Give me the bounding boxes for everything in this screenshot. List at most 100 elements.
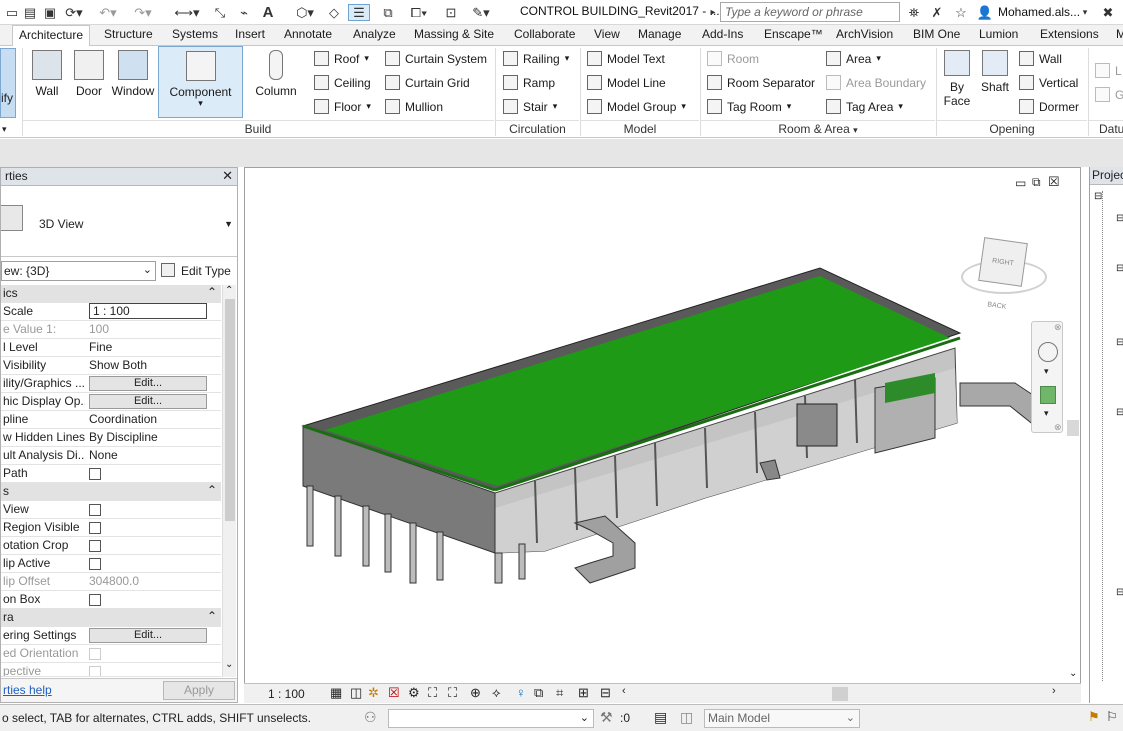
detail-level-value[interactable]: Fine <box>89 340 207 354</box>
measure-icon[interactable]: ⟷▾ <box>172 4 202 21</box>
roof-button[interactable]: Roof ▾ <box>314 51 369 66</box>
model-text-button[interactable]: Model Text <box>587 51 665 66</box>
default-3d-icon[interactable]: ⬡▾ <box>290 4 320 21</box>
exchange-apps-icon[interactable]: ✖ <box>1098 4 1118 21</box>
parts-visibility-value[interactable]: Show Both <box>89 358 207 372</box>
rendering-icon[interactable]: ⚙ <box>408 685 420 701</box>
tree-expand-icon[interactable]: ⊟ <box>1116 263 1123 274</box>
user-name[interactable]: Mohamed.als... <box>998 5 1080 19</box>
edit-type-button[interactable]: Edit Type <box>161 261 237 281</box>
wall-button[interactable]: Wall <box>28 50 66 98</box>
chevron-right-icon[interactable]: ▸ <box>708 4 718 21</box>
tab-collaborate[interactable]: Collaborate <box>514 27 575 41</box>
section-box-checkbox[interactable] <box>89 594 101 606</box>
open-icon[interactable]: ▤ <box>22 4 38 21</box>
select-underlay-icon[interactable]: ⚐ <box>1106 709 1118 725</box>
properties-help-link[interactable]: rties help <box>3 683 52 697</box>
apply-button[interactable]: Apply <box>163 681 235 700</box>
hidden-lines-value[interactable]: By Discipline <box>89 430 207 444</box>
view-cube[interactable]: RIGHT BACK <box>955 237 1051 311</box>
tab-enscape[interactable]: Enscape™ <box>764 27 823 41</box>
modify-button[interactable]: ify <box>0 48 16 118</box>
curtain-system-button[interactable]: Curtain System <box>385 51 487 66</box>
search-input[interactable]: Type a keyword or phrase <box>720 2 900 22</box>
select-dropdown-icon[interactable]: ▾ <box>2 124 7 135</box>
user-chevron-down-icon[interactable]: ▾ <box>1080 4 1090 21</box>
tab-view[interactable]: View <box>594 27 620 41</box>
extents-section-header[interactable]: s ⌃ <box>1 483 221 501</box>
shadows-icon[interactable]: ☒ <box>388 685 400 701</box>
tab-manage[interactable]: Manage <box>638 27 681 41</box>
3d-view-canvas[interactable]: ▭ ⧉ ☒ RIGHT BACK ⊗ ▾ ▾ ⊗ ⌄ <box>244 167 1081 703</box>
graphics-section-header[interactable]: ics ⌃ <box>1 285 221 303</box>
room-button[interactable]: Room <box>707 51 759 66</box>
window-button[interactable]: Window <box>110 50 156 98</box>
tag-icon[interactable]: ⌁ <box>236 4 252 21</box>
crop-region-visible-checkbox[interactable] <box>89 522 101 534</box>
tree-expand-icon[interactable]: ⊟ <box>1116 407 1123 418</box>
tree-expand-icon[interactable]: ⊟ <box>1116 213 1123 224</box>
app-menu-icon[interactable]: ▭ <box>4 4 20 21</box>
text-icon[interactable]: A <box>260 4 276 21</box>
area-boundary-button[interactable]: Area Boundary <box>826 75 926 90</box>
analysis-display-value[interactable]: None <box>89 448 207 462</box>
area-button[interactable]: Area ▾ <box>826 51 881 66</box>
ceiling-button[interactable]: Ceiling <box>314 75 371 90</box>
zoom-region-icon[interactable] <box>1040 386 1056 404</box>
wall-opening-button[interactable]: Wall <box>1019 51 1062 66</box>
tag-room-button[interactable]: Tag Room ▾ <box>707 99 791 114</box>
lock-view-icon[interactable]: ⊕ <box>470 685 481 701</box>
visibility-icon[interactable]: ⊡ <box>440 4 462 21</box>
model-line-button[interactable]: Model Line <box>587 75 666 90</box>
scroll-down-icon[interactable]: ⌄ <box>1069 668 1077 679</box>
instance-selector[interactable]: ew: {3D} ⌄ <box>1 261 156 281</box>
view-cube-box[interactable]: RIGHT BACK <box>978 237 1028 311</box>
scroll-down-icon[interactable]: ⌄ <box>225 659 233 670</box>
close-hidden-icon[interactable]: ⧉ <box>380 4 396 21</box>
tab-lumion[interactable]: Lumion <box>979 27 1018 41</box>
sun-path-icon[interactable]: ✲ <box>368 685 379 701</box>
design-options-icon[interactable]: ▤ <box>654 709 667 726</box>
customize-icon[interactable]: ✎▾ <box>466 4 496 21</box>
temporary-hide-icon[interactable]: ⟡ <box>492 685 501 701</box>
room-separator-button[interactable]: Room Separator <box>707 75 815 90</box>
constraints-icon[interactable]: ⊟ <box>600 685 611 701</box>
detail-level-icon[interactable]: ▦ <box>330 685 342 701</box>
level-button[interactable]: L <box>1095 63 1122 78</box>
analytical-model-icon[interactable]: ⊞ <box>578 685 589 701</box>
vertical-scroll-thumb[interactable] <box>1067 420 1079 436</box>
steering-wheel-icon[interactable] <box>1038 342 1058 362</box>
rendering-settings-edit-button[interactable]: Edit... <box>89 628 207 643</box>
worksharing-icon[interactable]: ⌗ <box>556 685 563 701</box>
tab-massing-site[interactable]: Massing & Site <box>414 27 494 41</box>
component-button[interactable]: Component ▾ <box>158 46 243 118</box>
scroll-left-icon[interactable]: ‹ <box>622 685 626 697</box>
favorites-star-icon[interactable]: ☆ <box>952 4 970 21</box>
close-nav-icon[interactable]: ⊗ <box>1054 322 1062 333</box>
visual-style-icon[interactable]: ◫ <box>350 685 362 701</box>
tag-area-button[interactable]: Tag Area ▾ <box>826 99 903 114</box>
crop-view-checkbox[interactable] <box>89 504 101 516</box>
ramp-button[interactable]: Ramp <box>503 75 555 90</box>
curtain-grid-button[interactable]: Curtain Grid <box>385 75 470 90</box>
mullion-button[interactable]: Mullion <box>385 99 443 114</box>
zoom-dropdown-icon[interactable]: ▾ <box>1044 408 1049 419</box>
tab-insert[interactable]: Insert <box>235 27 265 41</box>
scroll-thumb[interactable] <box>225 299 235 521</box>
scroll-up-icon[interactable]: ⌃ <box>225 285 233 296</box>
main-model-icon[interactable]: ◫ <box>680 709 693 726</box>
sync-icon[interactable]: ⟳▾ <box>62 4 86 21</box>
tab-extensions[interactable]: Extensions <box>1040 27 1099 41</box>
select-links-icon[interactable]: ⚑ <box>1088 709 1100 725</box>
view-vertical-scrollbar[interactable]: ⌄ <box>1067 168 1081 684</box>
tab-archvision[interactable]: ArchVision <box>836 27 893 41</box>
railing-button[interactable]: Railing ▾ <box>503 51 569 66</box>
tab-architecture[interactable]: Architecture <box>12 25 91 46</box>
redo-icon[interactable]: ↷▾ <box>130 4 156 21</box>
model-group-button[interactable]: Model Group ▾ <box>587 99 686 114</box>
collapse-icon[interactable]: ⌃ <box>207 483 217 497</box>
room-area-panel-title[interactable]: Room & Area ▾ <box>701 120 935 137</box>
sun-path-checkbox[interactable] <box>89 468 101 480</box>
type-selector[interactable]: 3D View ▼ <box>1 187 237 257</box>
by-face-button[interactable]: By Face <box>941 50 973 108</box>
